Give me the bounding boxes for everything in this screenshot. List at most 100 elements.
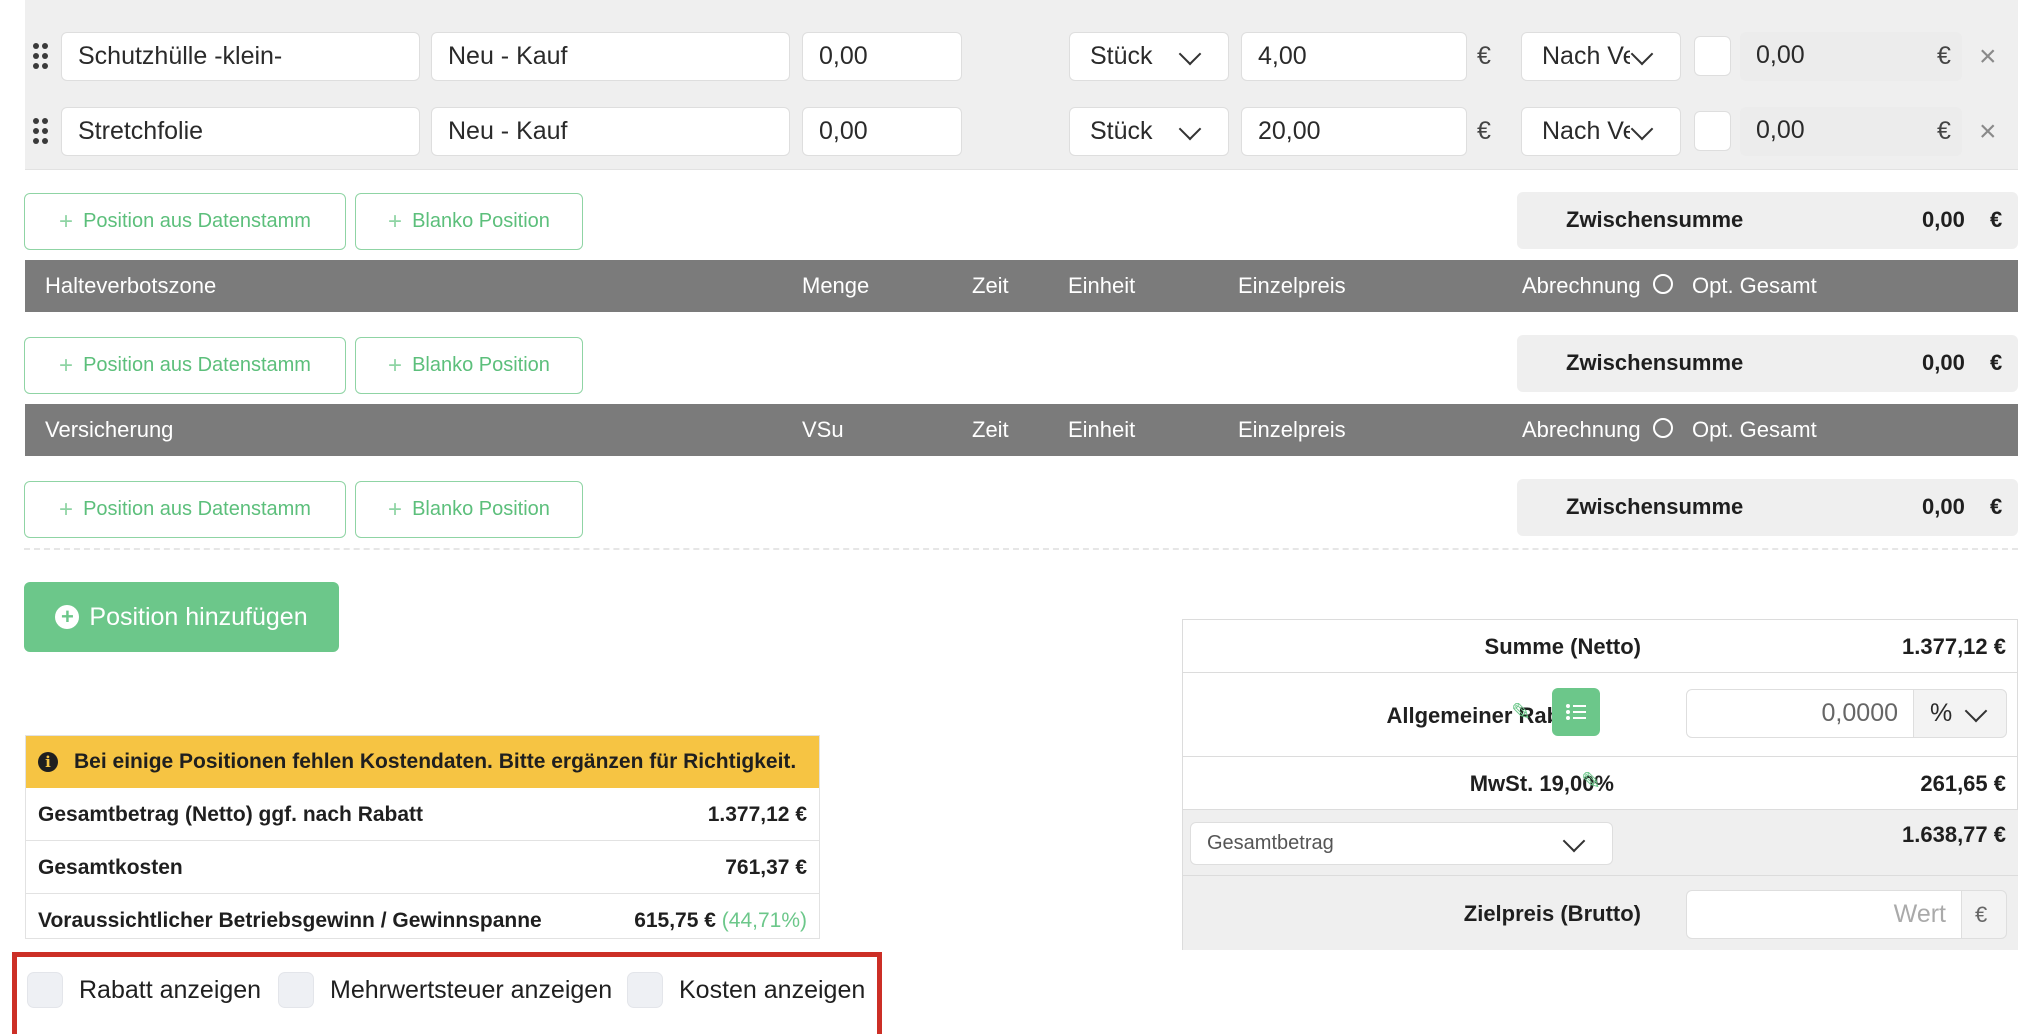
summary-row-netto: Summe (Netto) 1.377,12 €	[1183, 620, 2018, 673]
button-label: Blanko Position	[412, 498, 550, 520]
position-name-input[interactable]: Stretchfolie	[61, 107, 420, 156]
warning-text: Bei einige Positionen fehlen Kostendaten…	[74, 750, 797, 773]
discount-unit-select[interactable]: %	[1913, 689, 2007, 738]
button-label: Position hinzufügen	[89, 602, 308, 631]
pencil-icon[interactable]: ✎	[1581, 767, 1601, 796]
col-header-quantity: Menge	[802, 273, 870, 298]
subtotal-box: Zwischensumme 0,00 €	[1517, 335, 2018, 392]
button-label: Position aus Datenstamm	[83, 210, 311, 232]
position-name-input[interactable]: Schutzhülle -klein-	[61, 32, 420, 81]
billing-select[interactable]: Nach Ve	[1521, 107, 1681, 156]
netto-value: 1.377,12 €	[1902, 634, 2006, 659]
drag-handle-icon[interactable]	[33, 43, 49, 69]
help-icon[interactable]	[1653, 274, 1673, 294]
list-icon[interactable]	[1552, 688, 1600, 736]
unit-select-value: Stück	[1090, 42, 1153, 70]
price-currency: €	[1477, 117, 1491, 145]
chevron-down-icon	[1964, 699, 1988, 723]
target-price-input[interactable]: Wert	[1686, 890, 1963, 939]
drag-handle-icon[interactable]	[33, 118, 49, 144]
cost-row: Gesamtbetrag (Netto) ggf. nach Rabatt 1.…	[26, 788, 819, 841]
cost-row-value: 761,37 €	[725, 856, 807, 879]
billing-select-value: Nach Ve	[1542, 117, 1630, 145]
col-header-unit: Einheit	[1068, 273, 1136, 298]
price-currency: €	[1477, 42, 1491, 70]
chevron-down-icon	[1178, 117, 1202, 141]
section-title: Halteverbotszone	[45, 273, 217, 298]
discount-input[interactable]: 0,0000	[1686, 689, 1915, 738]
add-from-master-button[interactable]: + Position aus Datenstamm	[24, 193, 346, 250]
add-from-master-button[interactable]: + Position aus Datenstamm	[24, 337, 346, 394]
button-label: Position aus Datenstamm	[83, 498, 311, 520]
col-header-total: Opt. Gesamt	[1692, 273, 1817, 298]
optional-checkbox[interactable]	[1694, 36, 1731, 76]
add-blank-position-button[interactable]: + Blanko Position	[355, 193, 583, 250]
subtotal-label: Zwischensumme	[1566, 494, 1744, 519]
col-header-quantity: VSu	[802, 417, 844, 442]
unit-select[interactable]: Stück	[1069, 107, 1229, 156]
col-header-unit: Einheit	[1068, 417, 1136, 442]
position-type-input[interactable]: Neu - Kauf	[431, 32, 790, 81]
close-icon[interactable]: ×	[1979, 42, 1997, 72]
add-blank-position-button[interactable]: + Blanko Position	[355, 337, 583, 394]
close-icon[interactable]: ×	[1979, 117, 1997, 147]
subtotal-currency: €	[1990, 494, 2003, 519]
button-label: Blanko Position	[412, 354, 550, 376]
add-blank-position-button[interactable]: + Blanko Position	[355, 481, 583, 538]
show-vat-label: Mehrwertsteuer anzeigen	[330, 976, 613, 1004]
chevron-down-icon	[1630, 117, 1654, 141]
summary-row-total: Gesamtbetrag 1.638,77 €	[1183, 810, 2018, 876]
button-label: Blanko Position	[412, 210, 550, 232]
optional-checkbox[interactable]	[1694, 111, 1731, 151]
total-currency: €	[1937, 117, 1951, 145]
summary-row-vat: MwSt. 19,00% ✎ 261,65 €	[1183, 757, 2018, 810]
cost-row-value: 1.377,12 €	[707, 803, 807, 826]
missing-cost-warning: i Bei einige Positionen fehlen Kostendat…	[26, 736, 819, 788]
netto-label: Summe (Netto)	[1484, 634, 1641, 659]
col-header-unit-price: Einzelpreis	[1238, 273, 1346, 298]
show-costs-checkbox[interactable]	[627, 972, 663, 1008]
col-header-billing: Abrechnung	[1522, 273, 1641, 298]
subtotal-value: 0,00	[1922, 494, 1965, 519]
plus-icon: +	[388, 207, 403, 235]
show-costs-label: Kosten anzeigen	[679, 976, 866, 1004]
quantity-input[interactable]: 0,00	[802, 32, 962, 81]
unit-price-input[interactable]: 20,00	[1241, 107, 1467, 156]
profit-margin-percent: (44,71%)	[721, 909, 807, 932]
add-from-master-button[interactable]: + Position aus Datenstamm	[24, 481, 346, 538]
col-header-unit-price: Einzelpreis	[1238, 417, 1346, 442]
position-row-strip-top	[25, 0, 2018, 20]
button-label: Position aus Datenstamm	[83, 354, 311, 376]
plus-icon: +	[388, 495, 403, 523]
plus-circle-icon: +	[55, 605, 80, 629]
target-price-placeholder: Wert	[1893, 900, 1946, 928]
add-position-button[interactable]: + Position hinzufügen	[24, 582, 339, 652]
total-value-field: 0,00	[1740, 107, 1962, 156]
subtotal-box: Zwischensumme 0,00 €	[1517, 192, 2018, 249]
pencil-icon[interactable]: ✎	[1511, 698, 1531, 727]
total-value: 1.638,77 €	[1902, 822, 2006, 847]
plus-icon: +	[59, 351, 74, 379]
unit-price-input[interactable]: 4,00	[1241, 32, 1467, 81]
target-price-label: Zielpreis (Brutto)	[1463, 901, 1641, 926]
unit-select-value: Stück	[1090, 117, 1153, 145]
subtotal-currency: €	[1990, 207, 2003, 232]
subtotal-value: 0,00	[1922, 350, 1965, 375]
show-vat-checkbox[interactable]	[278, 972, 314, 1008]
show-discount-checkbox[interactable]	[27, 972, 63, 1008]
chevron-down-icon	[1562, 829, 1586, 853]
summary-row-target-price: Zielpreis (Brutto) Wert €	[1183, 876, 2018, 950]
col-header-time: Zeit	[972, 273, 1009, 298]
subtotal-label: Zwischensumme	[1566, 350, 1744, 375]
cost-row-label: Gesamtkosten	[38, 856, 183, 879]
section-header-versicherung: Versicherung VSu Zeit Einheit Einzelprei…	[25, 404, 2018, 456]
total-type-select[interactable]: Gesamtbetrag	[1190, 822, 1613, 865]
billing-select[interactable]: Nach Ve	[1521, 32, 1681, 81]
quantity-input[interactable]: 0,00	[802, 107, 962, 156]
help-icon[interactable]	[1653, 418, 1673, 438]
profit-value-group: 615,75 € (44,71%)	[634, 909, 807, 933]
position-type-input[interactable]: Neu - Kauf	[431, 107, 790, 156]
cost-row-label: Voraussichtlicher Betriebsgewinn / Gewin…	[38, 909, 542, 932]
plus-icon: +	[59, 495, 74, 523]
unit-select[interactable]: Stück	[1069, 32, 1229, 81]
